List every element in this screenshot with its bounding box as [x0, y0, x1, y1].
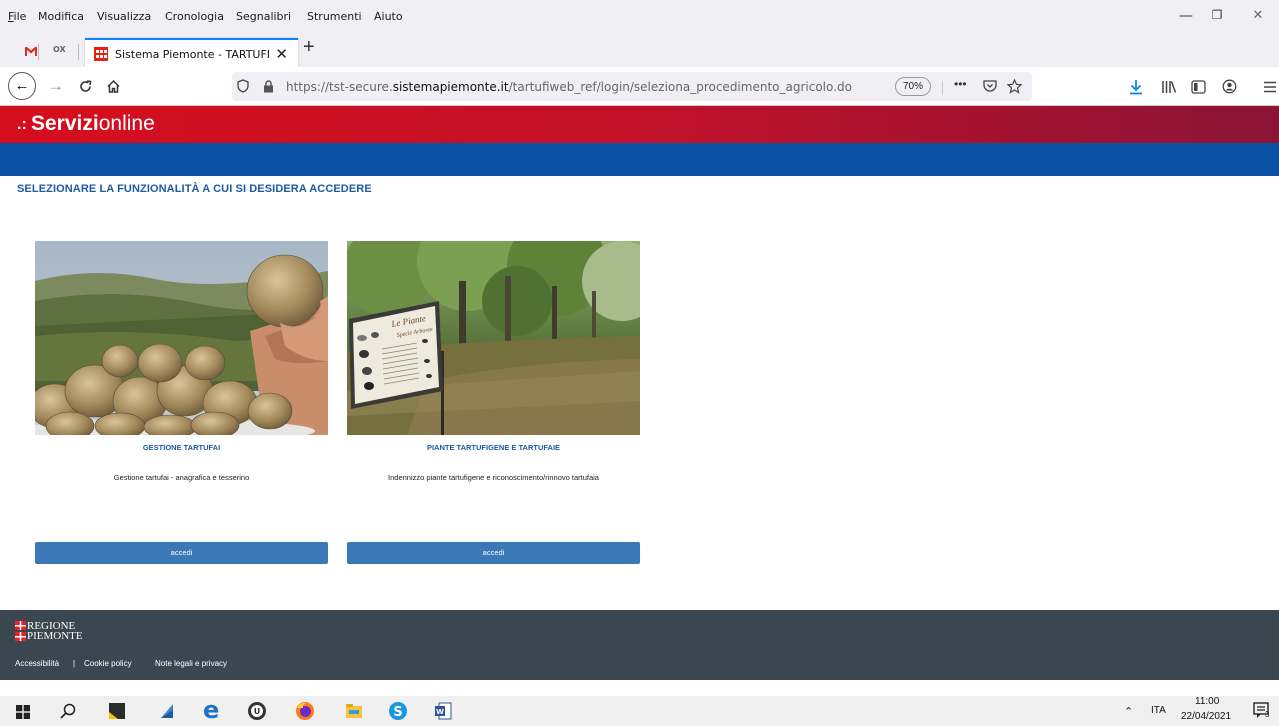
- skype-icon[interactable]: S: [388, 701, 408, 721]
- file-explorer-icon[interactable]: [345, 702, 363, 720]
- sistema-piemonte-favicon: [94, 47, 108, 61]
- word-icon[interactable]: W: [434, 702, 452, 720]
- svg-text:S: S: [393, 705, 402, 720]
- sticky-notes-icon[interactable]: [108, 702, 126, 720]
- tab-title: Sistema Piemonte - TARTUFI: [115, 48, 271, 61]
- card-gestione-tartufai-description: Gestione tartufai - anagrafica e tesseri…: [113, 473, 250, 482]
- bookmark-star-icon[interactable]: [1007, 79, 1022, 94]
- edge-legacy-icon[interactable]: e: [203, 698, 221, 722]
- footer-link-accessibilita[interactable]: Accessibilità: [15, 659, 59, 668]
- firefox-icon[interactable]: [295, 701, 315, 721]
- gmail-icon: [25, 47, 37, 56]
- menu-modifica[interactable]: Modifica: [38, 10, 84, 23]
- notification-count: 3: [1265, 710, 1270, 719]
- vpn-app-icon[interactable]: U: [247, 701, 267, 721]
- back-arrow-icon: ←: [14, 77, 30, 94]
- url-prefix: https://tst-secure.: [286, 80, 393, 94]
- zoom-indicator[interactable]: 70%: [895, 77, 931, 96]
- close-window-button[interactable]: ✕: [1235, 8, 1279, 28]
- page-actions-button[interactable]: •••: [954, 77, 967, 91]
- card-gestione-tartufai-title: GESTIONE TARTUFAI: [142, 443, 221, 452]
- download-icon[interactable]: [1129, 79, 1143, 95]
- logo-light: online: [98, 112, 155, 135]
- reload-icon: [80, 80, 92, 92]
- regione-piemonte-wordmark: REGIONE PIEMONTE: [27, 621, 83, 642]
- menu-segnalibri[interactable]: Segnalibri: [236, 10, 291, 23]
- forward-arrow-icon: →: [47, 76, 64, 95]
- truffles-photo: [35, 241, 328, 435]
- ox-icon: OX: [53, 45, 66, 54]
- footer-link-note-legali[interactable]: Note legali e privacy: [155, 659, 227, 668]
- forest-sign-photo: Le Piante Specie Arboree: [347, 241, 640, 435]
- url-text[interactable]: https://tst-secure.sistemapiemonte.it/ta…: [286, 80, 852, 94]
- lock-icon[interactable]: [263, 80, 274, 93]
- card-piante-tartufigene-image: Le Piante Specie Arboree: [347, 241, 640, 435]
- language-indicator[interactable]: ITA: [1151, 705, 1166, 716]
- windows-taskbar: e U S W ⌃ ITA 11:00 22/04/2021 3: [0, 696, 1279, 726]
- menu-file-rest: ile: [13, 10, 27, 23]
- tab-strip: OX Sistema Piemonte - TARTUFI ✕ +: [0, 34, 1279, 67]
- menu-aiuto[interactable]: Aiuto: [374, 10, 403, 23]
- menu-visualizza[interactable]: Visualizza: [97, 10, 151, 23]
- svg-text:U: U: [254, 707, 261, 716]
- urlbar-separator: [942, 81, 943, 95]
- logo-dots-icon: .:: [17, 116, 27, 133]
- pinned-tab-gmail[interactable]: [16, 38, 46, 64]
- card-piante-tartufigene-description: Indennizzo piante tartufigene e riconosc…: [388, 473, 599, 482]
- pocket-icon[interactable]: [983, 80, 997, 93]
- reload-button[interactable]: [78, 76, 93, 99]
- forward-button[interactable]: →: [47, 76, 64, 96]
- snipping-tool-icon[interactable]: [158, 702, 176, 720]
- windows-start-icon[interactable]: [16, 705, 30, 719]
- navigation-bar: ← → https://tst-secure.sistemapiemonte.i…: [0, 67, 1279, 106]
- menu-bar: File Modifica Visualizza Cronologia Segn…: [0, 0, 1279, 34]
- servizi-online-logo[interactable]: Servizionline: [31, 112, 155, 136]
- back-button[interactable]: ←: [8, 72, 36, 100]
- home-icon: [107, 79, 120, 93]
- url-bar[interactable]: https://tst-secure.sistemapiemonte.it/ta…: [232, 72, 1032, 101]
- tab-sistema-piemonte[interactable]: Sistema Piemonte - TARTUFI ✕: [85, 38, 298, 67]
- tab-separator: [38, 44, 39, 60]
- regione-piemonte-flag-icon: [15, 621, 26, 641]
- menu-cronologia[interactable]: Cronologia: [165, 10, 224, 23]
- menu-strumenti[interactable]: Strumenti: [307, 10, 362, 23]
- svg-text:W: W: [436, 708, 444, 716]
- sidebar-icon[interactable]: [1191, 80, 1206, 94]
- url-path: /tartufiweb_ref/login/seleziona_procedim…: [508, 80, 852, 94]
- accedi-button-piante-tartufigene[interactable]: accedi: [347, 542, 640, 564]
- accedi-button-gestione-tartufai[interactable]: accedi: [35, 542, 328, 564]
- restore-button[interactable]: ❐: [1194, 8, 1240, 28]
- url-domain: sistemapiemonte.it: [392, 80, 509, 94]
- footer-link-cookie-policy[interactable]: Cookie policy: [84, 659, 132, 668]
- footer-link-separator: |: [73, 659, 76, 668]
- page-heading: SELEZIONARE LA FUNZIONALITÀ A CUI SI DES…: [17, 183, 372, 195]
- pinned-tab-ox[interactable]: OX: [47, 38, 77, 64]
- home-button[interactable]: [106, 76, 121, 99]
- logo-line-piemonte: PIEMONTE: [27, 630, 83, 642]
- hamburger-menu-icon[interactable]: [1263, 81, 1277, 93]
- blue-band: [0, 143, 1279, 176]
- new-tab-button[interactable]: +: [303, 36, 315, 59]
- menu-file[interactable]: File: [8, 10, 26, 23]
- search-icon[interactable]: [60, 703, 76, 719]
- tray-chevron-icon[interactable]: ⌃: [1124, 705, 1133, 718]
- tab-separator: [78, 44, 79, 60]
- site-header: .: Servizionline: [0, 106, 1279, 143]
- clock-time[interactable]: 11:00: [1195, 696, 1219, 707]
- card-gestione-tartufai-image: [35, 241, 328, 435]
- card-piante-tartufigene-title: PIANTE TARTUFIGENE E TARTUFAIE: [426, 443, 561, 452]
- logo-bold: Servizi: [31, 112, 99, 135]
- clock-date[interactable]: 22/04/2021: [1181, 711, 1231, 722]
- shield-icon[interactable]: [237, 79, 249, 93]
- site-footer: REGIONE PIEMONTE Accessibilità | Cookie p…: [0, 610, 1279, 680]
- library-icon[interactable]: [1161, 80, 1177, 94]
- tab-close-icon[interactable]: ✕: [275, 45, 288, 63]
- account-icon[interactable]: [1222, 79, 1237, 94]
